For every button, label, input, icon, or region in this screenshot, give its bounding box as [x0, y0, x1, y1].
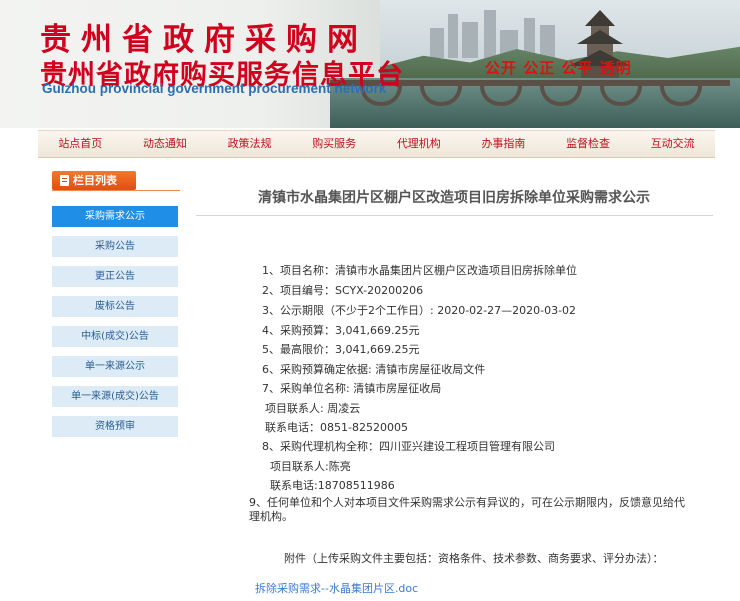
document-icon	[60, 175, 69, 186]
info-agency-contact: 项目联系人:陈亮	[270, 460, 351, 473]
sidebar-item-single-source-notice[interactable]: 单一来源公示	[52, 356, 178, 377]
article-title-divider	[196, 215, 713, 216]
nav-supervision[interactable]: 监督检查	[546, 131, 631, 157]
info-notice-period: 3、公示期限（不少于2个工作日）: 2020-02-27—2020-03-02	[262, 304, 577, 317]
sidebar-heading-rule	[52, 190, 180, 191]
info-project-name: 1、项目名称：清镇市水晶集团片区棚户区改造项目旧房拆除单位	[262, 264, 577, 277]
info-max-price: 5、最高限价：3,041,669.25元	[262, 343, 420, 356]
info-purchaser-contact: 项目联系人: 周凌云	[265, 402, 361, 415]
nav-interaction[interactable]: 互动交流	[630, 131, 715, 157]
main-nav: 站点首页 动态通知 政策法规 购买服务 代理机构 办事指南 监督检查 互动交流	[38, 130, 715, 158]
nav-agencies[interactable]: 代理机构	[377, 131, 462, 157]
objection-note: 9、任何单位和个人对本项目文件采购需求公示有异议的，可在公示期限内，反馈意见给代…	[249, 496, 685, 523]
info-agency-name: 8、采购代理机构全称：四川亚兴建设工程项目管理有限公司	[262, 440, 555, 453]
sidebar-item-procurement-notice[interactable]: 采购公告	[52, 236, 178, 257]
site-title-english: Guizhou provincial government procuremen…	[42, 81, 387, 96]
attachment-file-link[interactable]: 拆除采购需求--水晶集团片区.doc	[255, 580, 418, 596]
info-project-number: 2、项目编号：SCYX-20200206	[262, 284, 424, 297]
sidebar-item-demand-notice[interactable]: 采购需求公示	[52, 206, 178, 227]
sidebar-item-single-source-award[interactable]: 单一来源(成交)公告	[52, 386, 178, 407]
sidebar-menu: 采购需求公示 采购公告 更正公告 废标公告 中标(成交)公告 单一来源公示 单一…	[52, 206, 178, 446]
nav-news[interactable]: 动态通知	[123, 131, 208, 157]
sidebar-heading-label: 栏目列表	[73, 174, 117, 187]
nav-home[interactable]: 站点首页	[38, 131, 123, 157]
nav-guide[interactable]: 办事指南	[461, 131, 546, 157]
info-agency-phone: 联系电话:18708511986	[270, 479, 395, 492]
sidebar-item-prequalification[interactable]: 资格预审	[52, 416, 178, 437]
info-purchaser-phone: 联系电话：0851-82520005	[265, 421, 408, 434]
sidebar-heading: 栏目列表	[52, 171, 136, 190]
info-budget: 4、采购预算：3,041,669.25元	[262, 324, 420, 337]
sidebar-item-correction-notice[interactable]: 更正公告	[52, 266, 178, 287]
article-title: 清镇市水晶集团片区棚户区改造项目旧房拆除单位采购需求公示	[258, 190, 650, 206]
header-banner: 贵州省政府采购网 贵州省政府购买服务信息平台 Guizhou provincia…	[0, 0, 740, 128]
sidebar-item-award-notice[interactable]: 中标(成交)公告	[52, 326, 178, 347]
nav-purchase-services[interactable]: 购买服务	[292, 131, 377, 157]
nav-policy[interactable]: 政策法规	[207, 131, 292, 157]
sidebar-item-abandoned-notice[interactable]: 废标公告	[52, 296, 178, 317]
site-slogan: 公开 公正 公平 透明	[485, 59, 632, 77]
info-purchaser-name: 7、采购单位名称: 清镇市房屋征收局	[262, 382, 442, 395]
attachment-label: 附件（上传采购文件主要包括：资格条件、技术参数、商务要求、评分办法）：	[284, 552, 664, 565]
info-budget-basis: 6、采购预算确定依据: 清镇市房屋征收局文件	[262, 363, 486, 376]
